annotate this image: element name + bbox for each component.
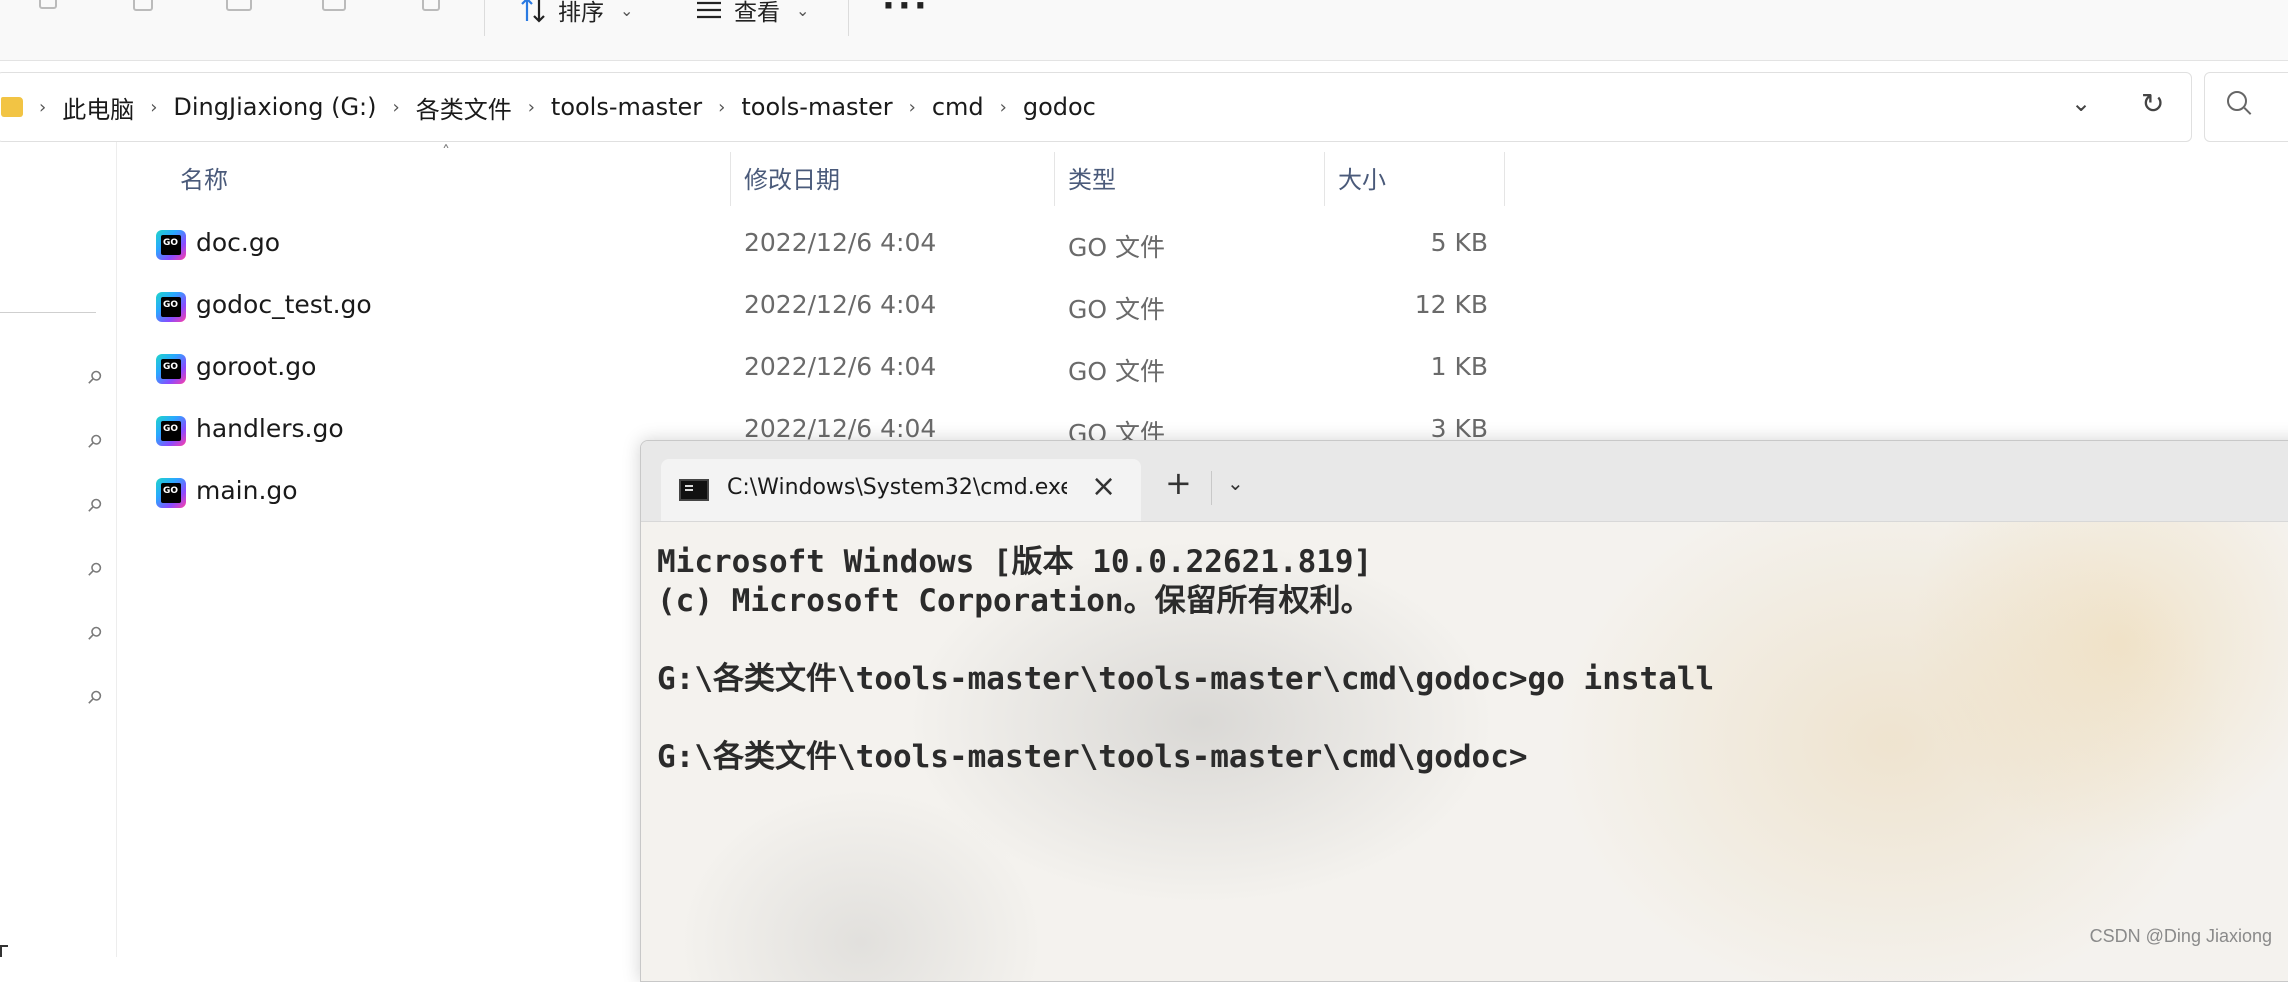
chevron-right-icon[interactable]: › bbox=[992, 97, 1015, 118]
terminal-tab-title: C:\Windows\System32\cmd.exe bbox=[727, 475, 1067, 500]
nav-divider bbox=[0, 312, 96, 313]
file-name: godoc_test.go bbox=[196, 290, 372, 319]
file-modified: 2022/12/6 4:04 bbox=[744, 352, 937, 381]
breadcrumb: › 此电脑 › DingJiaxiong (G:) › 各类文件 › tools… bbox=[0, 73, 1104, 141]
close-icon[interactable]: × bbox=[1091, 469, 1116, 504]
go-file-icon: GO bbox=[156, 478, 186, 508]
breadcrumb-item-current[interactable]: godoc bbox=[1015, 93, 1104, 121]
file-row[interactable]: GO godoc_test.go 2022/12/6 4:04 GO 文件 12… bbox=[150, 276, 1510, 336]
cmd-icon bbox=[679, 479, 709, 501]
breadcrumb-item[interactable]: cmd bbox=[924, 93, 992, 121]
corner-mark bbox=[0, 945, 8, 957]
refresh-icon[interactable]: ↻ bbox=[2141, 87, 2164, 120]
file-type: GO 文件 bbox=[1068, 295, 1165, 324]
address-bar[interactable]: › 此电脑 › DingJiaxiong (G:) › 各类文件 › tools… bbox=[0, 72, 2192, 142]
column-header-name[interactable]: 名称 bbox=[180, 156, 228, 204]
chevron-right-icon[interactable]: › bbox=[520, 97, 543, 118]
terminal-output[interactable]: Microsoft Windows [版本 10.0.22621.819] (c… bbox=[641, 522, 2288, 981]
sort-label: 排序 bbox=[558, 0, 604, 26]
terminal-titlebar[interactable]: C:\Windows\System32\cmd.exe × + ⌄ bbox=[641, 441, 2288, 522]
sort-ascending-icon: ˄ bbox=[442, 142, 450, 161]
explorer-toolbar: 排序 ⌄ 查看 ⌄ ··· bbox=[0, 0, 2288, 61]
titlebar-divider bbox=[1211, 471, 1212, 505]
file-row[interactable]: GO goroot.go 2022/12/6 4:04 GO 文件 1 KB bbox=[150, 338, 1510, 398]
breadcrumb-item[interactable]: tools-master bbox=[733, 93, 900, 121]
chevron-right-icon[interactable]: › bbox=[142, 97, 165, 118]
column-divider[interactable] bbox=[730, 152, 731, 206]
terminal-line: G:\各类文件\tools-master\tools-master\cmd\go… bbox=[657, 661, 1715, 697]
terminal-prompt-line[interactable]: G:\各类文件\tools-master\tools-master\cmd\go… bbox=[657, 731, 1528, 776]
chevron-down-icon[interactable]: ⌄ bbox=[1227, 471, 1244, 495]
search-input[interactable] bbox=[2204, 72, 2288, 142]
breadcrumb-item[interactable]: DingJiaxiong (G:) bbox=[165, 93, 384, 121]
go-file-icon: GO bbox=[156, 292, 186, 322]
column-header-type[interactable]: 类型 bbox=[1068, 156, 1116, 204]
view-button[interactable]: 查看 ⌄ bbox=[694, 0, 809, 28]
copy-icon[interactable] bbox=[34, 0, 64, 16]
pin-icon[interactable]: ⚲ bbox=[80, 364, 108, 392]
go-file-icon: GO bbox=[156, 416, 186, 446]
file-type: GO 文件 bbox=[1068, 233, 1165, 262]
view-list-icon bbox=[697, 1, 721, 19]
toolbar-divider bbox=[848, 0, 849, 36]
breadcrumb-item[interactable]: 此电脑 bbox=[54, 90, 142, 125]
terminal-tab[interactable]: C:\Windows\System32\cmd.exe × bbox=[661, 459, 1141, 521]
go-file-icon: GO bbox=[156, 230, 186, 260]
breadcrumb-item[interactable]: tools-master bbox=[543, 93, 710, 121]
more-options-button[interactable]: ··· bbox=[882, 0, 930, 26]
column-divider[interactable] bbox=[1504, 152, 1505, 206]
chevron-right-icon[interactable]: › bbox=[31, 97, 54, 118]
share-icon[interactable] bbox=[320, 0, 350, 16]
column-divider[interactable] bbox=[1054, 152, 1055, 206]
navigation-pane: ⚲ ⚲ ⚲ ⚲ ⚲ ⚲ bbox=[0, 142, 117, 957]
file-modified: 2022/12/6 4:04 bbox=[744, 228, 937, 257]
file-size: 5 KB bbox=[1430, 228, 1488, 257]
file-name: doc.go bbox=[196, 228, 281, 257]
address-history-chevron-icon[interactable]: ⌄ bbox=[2071, 89, 2091, 117]
delete-icon[interactable] bbox=[416, 0, 446, 16]
go-file-icon: GO bbox=[156, 354, 186, 384]
file-row[interactable]: GO doc.go 2022/12/6 4:04 GO 文件 5 KB bbox=[150, 214, 1510, 274]
column-header-modified[interactable]: 修改日期 bbox=[744, 156, 840, 204]
new-tab-button[interactable]: + bbox=[1165, 467, 1192, 499]
file-name: goroot.go bbox=[196, 352, 317, 381]
file-size: 1 KB bbox=[1430, 352, 1488, 381]
chevron-right-icon[interactable]: › bbox=[710, 97, 733, 118]
column-header-size[interactable]: 大小 bbox=[1338, 156, 1386, 204]
breadcrumb-item[interactable]: 各类文件 bbox=[408, 90, 520, 125]
sort-icon bbox=[521, 0, 545, 23]
chevron-down-icon: ⌄ bbox=[620, 0, 634, 20]
chevron-right-icon[interactable]: › bbox=[385, 97, 408, 118]
sort-button[interactable]: 排序 ⌄ bbox=[518, 0, 633, 28]
watermark: CSDN @Ding Jiaxiong bbox=[2089, 926, 2272, 946]
pin-icon[interactable]: ⚲ bbox=[80, 620, 108, 648]
pin-icon[interactable]: ⚲ bbox=[80, 556, 108, 584]
file-modified: 2022/12/6 4:04 bbox=[744, 290, 937, 319]
chevron-right-icon[interactable]: › bbox=[901, 97, 924, 118]
view-label: 查看 bbox=[734, 0, 780, 26]
file-size: 12 KB bbox=[1414, 290, 1488, 319]
toolbar-divider bbox=[484, 0, 485, 36]
pin-icon[interactable]: ⚲ bbox=[80, 492, 108, 520]
pin-icon[interactable]: ⚲ bbox=[80, 684, 108, 712]
file-size: 3 KB bbox=[1430, 414, 1488, 443]
terminal-line: (c) Microsoft Corporation。保留所有权利。 bbox=[657, 583, 1372, 619]
file-name: main.go bbox=[196, 476, 298, 505]
search-icon bbox=[2227, 91, 2247, 111]
column-divider[interactable] bbox=[1324, 152, 1325, 206]
pin-icon[interactable]: ⚲ bbox=[80, 428, 108, 456]
file-type: GO 文件 bbox=[1068, 357, 1165, 386]
terminal-window[interactable]: C:\Windows\System32\cmd.exe × + ⌄ Micros… bbox=[640, 440, 2288, 982]
file-modified: 2022/12/6 4:04 bbox=[744, 414, 937, 443]
folder-icon bbox=[1, 97, 23, 117]
file-name: handlers.go bbox=[196, 414, 344, 443]
chevron-down-icon: ⌄ bbox=[796, 0, 810, 20]
rename-icon[interactable] bbox=[224, 0, 254, 16]
paste-icon[interactable] bbox=[128, 0, 158, 16]
